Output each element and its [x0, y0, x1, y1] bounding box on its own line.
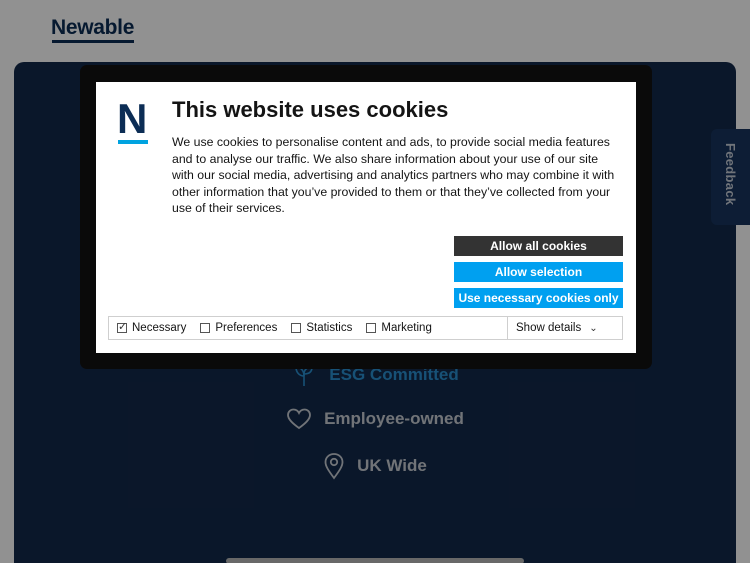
cookie-dialog-title: This website uses cookies: [172, 97, 449, 122]
checkbox-icon[interactable]: [366, 323, 377, 333]
allow-all-cookies-button[interactable]: Allow all cookies: [454, 236, 623, 256]
checkbox-statistics[interactable]: Statistics: [291, 322, 352, 334]
checkbox-marketing[interactable]: Marketing: [366, 322, 432, 334]
show-details-label: Show details: [516, 322, 582, 334]
show-details-toggle[interactable]: Show details ⌄: [507, 317, 622, 339]
checkbox-checked-icon[interactable]: [117, 320, 127, 333]
chevron-down-icon: ⌄: [589, 322, 598, 334]
checkbox-label: Marketing: [381, 322, 432, 334]
brand-n-icon: N: [117, 95, 148, 144]
checkbox-necessary[interactable]: Necessary: [117, 320, 187, 334]
allow-selection-button[interactable]: Allow selection: [454, 262, 623, 282]
cookie-dialog: N This website uses cookies We use cooki…: [96, 82, 636, 353]
checkbox-preferences[interactable]: Preferences: [200, 322, 277, 334]
checkbox-label: Necessary: [132, 322, 187, 334]
checkbox-label: Preferences: [215, 322, 278, 334]
checkbox-label: Statistics: [306, 322, 353, 334]
checkbox-icon[interactable]: [200, 323, 211, 333]
consent-categories-bar: Necessary Preferences Statistics Marketi…: [108, 316, 623, 340]
checkbox-icon[interactable]: [291, 323, 302, 333]
necessary-cookies-only-button[interactable]: Use necessary cookies only: [454, 288, 623, 308]
cookie-dialog-body: We use cookies to personalise content an…: [172, 135, 615, 215]
